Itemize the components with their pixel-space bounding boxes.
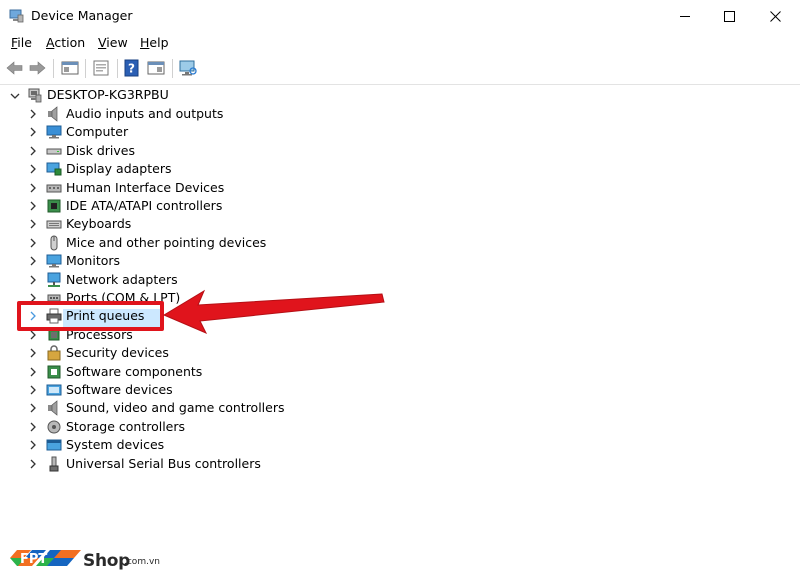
close-button[interactable] [752, 0, 798, 32]
chevron-right-icon[interactable] [28, 183, 38, 193]
menu-action[interactable]: Action [46, 35, 85, 50]
chevron-down-icon[interactable] [10, 91, 20, 101]
tree-item-label[interactable]: Computer [66, 123, 128, 141]
chevron-right-icon[interactable] [28, 201, 38, 211]
menu-help[interactable]: Help [140, 35, 169, 50]
device-manager-app-icon [9, 9, 24, 23]
chevron-right-icon[interactable] [28, 440, 38, 450]
security-device-icon [47, 345, 61, 361]
watermark-shop: Shop [83, 551, 130, 571]
tree-item-label[interactable]: Display adapters [66, 160, 171, 178]
tree-item-label[interactable]: Disk drives [66, 142, 135, 160]
device-manager-window: Device Manager File Action View Help ? D… [0, 0, 800, 586]
usb-icon [49, 456, 59, 472]
content-divider [0, 84, 800, 85]
device-tree: DESKTOP-KG3RPBU Audio inputs and outputs… [0, 86, 800, 586]
tree-item-label[interactable]: Software devices [66, 381, 173, 399]
properties-icon [93, 60, 109, 76]
chevron-right-icon[interactable] [28, 127, 38, 137]
monitor-icon [46, 254, 62, 268]
title-bar[interactable]: Device Manager [0, 0, 800, 32]
annotation-arrow-icon [162, 289, 385, 334]
back-button[interactable] [4, 57, 26, 79]
toolbar-separator [85, 59, 86, 78]
minimize-button[interactable] [662, 0, 708, 32]
show-hide-console-tree-button[interactable] [59, 57, 81, 79]
maximize-button[interactable] [706, 0, 752, 32]
chevron-right-icon[interactable] [28, 164, 38, 174]
window-title: Device Manager [31, 8, 133, 23]
tree-item-label[interactable]: Universal Serial Bus controllers [66, 455, 261, 473]
maximize-icon [723, 10, 735, 22]
toolbar-separator [53, 59, 54, 78]
svg-text:?: ? [128, 62, 135, 76]
chevron-right-icon[interactable] [28, 422, 38, 432]
speaker-icon [48, 106, 58, 122]
tree-item-label[interactable]: System devices [66, 436, 164, 454]
scan-hardware-changes-icon [179, 60, 197, 76]
toolbar-separator [172, 59, 173, 78]
keyboard-icon [46, 220, 62, 229]
tree-item-label[interactable]: Sound, video and game controllers [66, 399, 285, 417]
hid-icon [46, 184, 62, 193]
display-adapter-icon [46, 162, 62, 176]
tree-item-label[interactable]: Monitors [66, 252, 120, 270]
help-button[interactable]: ? [121, 57, 143, 79]
toolbar: ? [0, 55, 800, 82]
action-pane-button[interactable] [145, 57, 167, 79]
tree-item-label[interactable]: Software components [66, 363, 202, 381]
mouse-icon [50, 235, 58, 251]
tree-root-label[interactable]: DESKTOP-KG3RPBU [47, 86, 169, 104]
tree-item-label[interactable]: Keyboards [66, 215, 131, 233]
computer-icon [46, 125, 62, 139]
chevron-right-icon[interactable] [28, 219, 38, 229]
chevron-right-icon[interactable] [28, 109, 38, 119]
back-arrow-icon [6, 61, 23, 75]
network-adapter-icon [47, 272, 61, 287]
watermark-domain: .com.vn [124, 557, 160, 567]
chevron-right-icon[interactable] [28, 330, 38, 340]
close-icon [769, 10, 781, 22]
annotation-highlight-box [17, 301, 164, 331]
chevron-right-icon[interactable] [28, 275, 38, 285]
forward-button[interactable] [26, 57, 48, 79]
tree-item-label[interactable]: Mice and other pointing devices [66, 234, 266, 252]
chevron-right-icon[interactable] [28, 385, 38, 395]
chevron-right-icon[interactable] [28, 367, 38, 377]
tree-item-label[interactable]: Storage controllers [66, 418, 185, 436]
properties-button[interactable] [90, 57, 112, 79]
tree-item-label[interactable]: Security devices [66, 344, 169, 362]
scan-hardware-changes-button[interactable] [177, 57, 199, 79]
show-hide-console-tree-icon [61, 61, 79, 75]
fpt-logo-text: FPT [20, 552, 47, 567]
menu-bar: File Action View Help [0, 32, 800, 54]
chevron-right-icon[interactable] [28, 146, 38, 156]
action-pane-icon [147, 61, 165, 75]
minimize-icon [679, 15, 690, 17]
computer-root-icon [28, 88, 42, 103]
sound-controller-icon [48, 400, 58, 417]
help-icon: ? [124, 59, 139, 77]
tree-item-label[interactable]: IDE ATA/ATAPI controllers [66, 197, 222, 215]
chevron-right-icon[interactable] [28, 238, 38, 248]
toolbar-separator [117, 59, 118, 78]
chevron-right-icon[interactable] [28, 256, 38, 266]
chevron-right-icon[interactable] [28, 459, 38, 469]
ide-controller-icon [47, 199, 61, 213]
forward-arrow-icon [29, 61, 46, 75]
system-device-icon [46, 439, 62, 451]
software-device-icon [46, 384, 62, 396]
tree-item-label[interactable]: Audio inputs and outputs [66, 105, 223, 123]
chevron-right-icon[interactable] [28, 348, 38, 358]
disk-drive-icon [46, 148, 62, 155]
menu-file[interactable]: File [11, 35, 32, 50]
chevron-right-icon[interactable] [28, 403, 38, 413]
storage-controller-icon [47, 420, 61, 434]
tree-item-label[interactable]: Human Interface Devices [66, 179, 224, 197]
menu-view[interactable]: View [98, 35, 128, 50]
software-component-icon [47, 365, 61, 379]
